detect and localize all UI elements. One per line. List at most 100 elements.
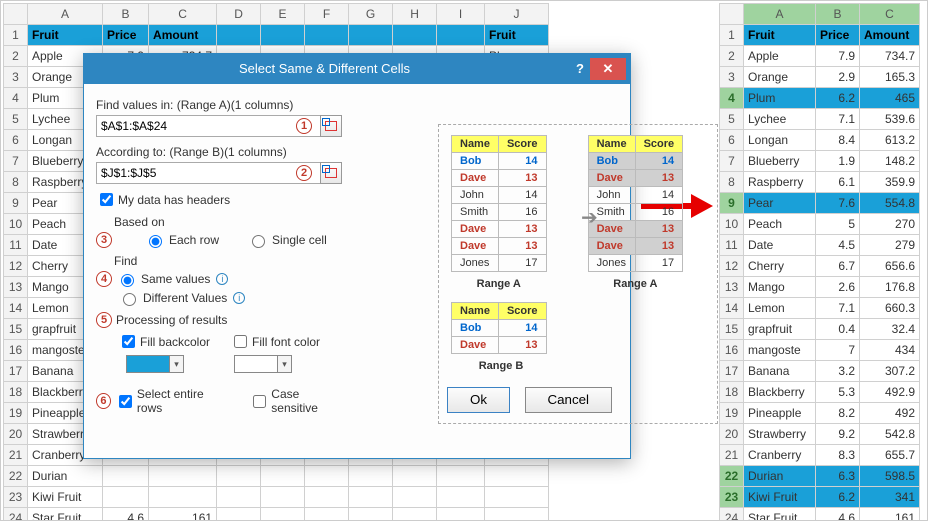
cell[interactable]: Kiwi Fruit bbox=[28, 487, 103, 508]
cell[interactable]: Durian bbox=[28, 466, 103, 487]
cell[interactable] bbox=[437, 487, 485, 508]
cell[interactable]: 465 bbox=[860, 88, 920, 109]
row-header[interactable]: 19 bbox=[720, 403, 744, 424]
cell[interactable]: Banana bbox=[744, 361, 816, 382]
row-header[interactable]: 11 bbox=[4, 235, 28, 256]
row-header[interactable]: 13 bbox=[4, 277, 28, 298]
cell[interactable]: Lemon bbox=[744, 298, 816, 319]
column-header[interactable]: A bbox=[744, 4, 816, 25]
cell[interactable]: 6.1 bbox=[816, 172, 860, 193]
cell[interactable] bbox=[261, 466, 305, 487]
cell[interactable]: 5.3 bbox=[816, 382, 860, 403]
row-header[interactable]: 15 bbox=[720, 319, 744, 340]
row-header[interactable]: 17 bbox=[4, 361, 28, 382]
row-header[interactable]: 21 bbox=[4, 445, 28, 466]
header-cell[interactable]: Amount bbox=[860, 25, 920, 46]
has-headers-input[interactable] bbox=[100, 193, 113, 206]
cell[interactable] bbox=[349, 487, 393, 508]
column-header[interactable]: A bbox=[28, 4, 103, 25]
row-header[interactable]: 13 bbox=[720, 277, 744, 298]
cell[interactable]: 492.9 bbox=[860, 382, 920, 403]
cell[interactable] bbox=[103, 466, 149, 487]
cell[interactable] bbox=[261, 508, 305, 521]
cell[interactable]: 148.2 bbox=[860, 151, 920, 172]
cell[interactable]: Kiwi Fruit bbox=[744, 487, 816, 508]
different-values-radio[interactable]: Different Valuesi bbox=[118, 290, 342, 306]
cell[interactable]: 4.5 bbox=[816, 235, 860, 256]
cell[interactable]: Plum bbox=[744, 88, 816, 109]
header-cell[interactable]: Fruit bbox=[744, 25, 816, 46]
cell[interactable]: 9.2 bbox=[816, 424, 860, 445]
header-cell[interactable] bbox=[217, 25, 261, 46]
cell[interactable] bbox=[393, 466, 437, 487]
header-cell[interactable]: Fruit bbox=[28, 25, 103, 46]
cell[interactable]: Pear bbox=[744, 193, 816, 214]
cell[interactable]: 270 bbox=[860, 214, 920, 235]
cancel-button[interactable]: Cancel bbox=[525, 387, 613, 413]
cell[interactable]: Blueberry bbox=[744, 151, 816, 172]
row-header[interactable]: 23 bbox=[720, 487, 744, 508]
row-header[interactable]: 20 bbox=[720, 424, 744, 445]
cell[interactable]: mangoste bbox=[744, 340, 816, 361]
cell[interactable] bbox=[217, 508, 261, 521]
row-header[interactable]: 12 bbox=[4, 256, 28, 277]
row-header[interactable]: 3 bbox=[720, 67, 744, 88]
row-header[interactable]: 6 bbox=[720, 130, 744, 151]
cell[interactable] bbox=[149, 466, 217, 487]
row-header[interactable]: 17 bbox=[720, 361, 744, 382]
cell[interactable]: 2.9 bbox=[816, 67, 860, 88]
cell[interactable]: 8.4 bbox=[816, 130, 860, 151]
select-entire-rows-checkbox[interactable]: Select entire rows bbox=[115, 387, 223, 415]
cell[interactable]: 5 bbox=[816, 214, 860, 235]
row-header[interactable]: 23 bbox=[4, 487, 28, 508]
cell[interactable]: 307.2 bbox=[860, 361, 920, 382]
row-header[interactable]: 18 bbox=[4, 382, 28, 403]
cell[interactable]: 7.9 bbox=[816, 46, 860, 67]
header-cell[interactable] bbox=[305, 25, 349, 46]
column-header[interactable]: D bbox=[217, 4, 261, 25]
header-cell[interactable]: Price bbox=[103, 25, 149, 46]
cell[interactable]: 554.8 bbox=[860, 193, 920, 214]
cell[interactable]: 734.7 bbox=[860, 46, 920, 67]
fontcolor-swatch[interactable]: ▾ bbox=[234, 355, 292, 373]
header-cell[interactable]: Price bbox=[816, 25, 860, 46]
each-row-radio[interactable]: Each row bbox=[144, 232, 219, 248]
cell[interactable]: Lychee bbox=[744, 109, 816, 130]
range-picker-b-icon[interactable] bbox=[320, 162, 342, 184]
cell[interactable]: 434 bbox=[860, 340, 920, 361]
single-cell-radio[interactable]: Single cell bbox=[247, 232, 327, 248]
row-header[interactable]: 9 bbox=[4, 193, 28, 214]
row-header[interactable]: 4 bbox=[720, 88, 744, 109]
cell[interactable] bbox=[437, 508, 485, 521]
cell[interactable]: Cherry bbox=[744, 256, 816, 277]
header-cell[interactable] bbox=[261, 25, 305, 46]
cell[interactable] bbox=[305, 466, 349, 487]
cell[interactable] bbox=[485, 508, 549, 521]
fill-fontcolor-checkbox[interactable]: Fill font color bbox=[230, 332, 320, 351]
cell[interactable]: Peach bbox=[744, 214, 816, 235]
row-header[interactable]: 20 bbox=[4, 424, 28, 445]
right-spreadsheet[interactable]: ABC1FruitPriceAmount2Apple7.9734.73Orang… bbox=[719, 3, 920, 521]
column-header[interactable]: B bbox=[816, 4, 860, 25]
cell[interactable]: 161 bbox=[860, 508, 920, 521]
row-header[interactable]: 1 bbox=[720, 25, 744, 46]
cell[interactable]: 4.6 bbox=[103, 508, 149, 521]
case-sensitive-checkbox[interactable]: Case sensitive bbox=[249, 387, 342, 415]
cell[interactable] bbox=[217, 487, 261, 508]
cell[interactable]: 279 bbox=[860, 235, 920, 256]
cell[interactable]: 161 bbox=[149, 508, 217, 521]
cell[interactable]: Longan bbox=[744, 130, 816, 151]
cell[interactable] bbox=[485, 487, 549, 508]
cell[interactable]: 3.2 bbox=[816, 361, 860, 382]
row-header[interactable]: 7 bbox=[4, 151, 28, 172]
row-header[interactable]: 10 bbox=[720, 214, 744, 235]
row-header[interactable]: 5 bbox=[720, 109, 744, 130]
range-picker-a-icon[interactable] bbox=[320, 115, 342, 137]
backcolor-swatch[interactable]: ▾ bbox=[126, 355, 184, 373]
cell[interactable]: 6.7 bbox=[816, 256, 860, 277]
cell[interactable]: 1.9 bbox=[816, 151, 860, 172]
range-b-input[interactable] bbox=[96, 162, 324, 184]
cell[interactable] bbox=[305, 487, 349, 508]
row-header[interactable]: 15 bbox=[4, 319, 28, 340]
cell[interactable]: 539.6 bbox=[860, 109, 920, 130]
